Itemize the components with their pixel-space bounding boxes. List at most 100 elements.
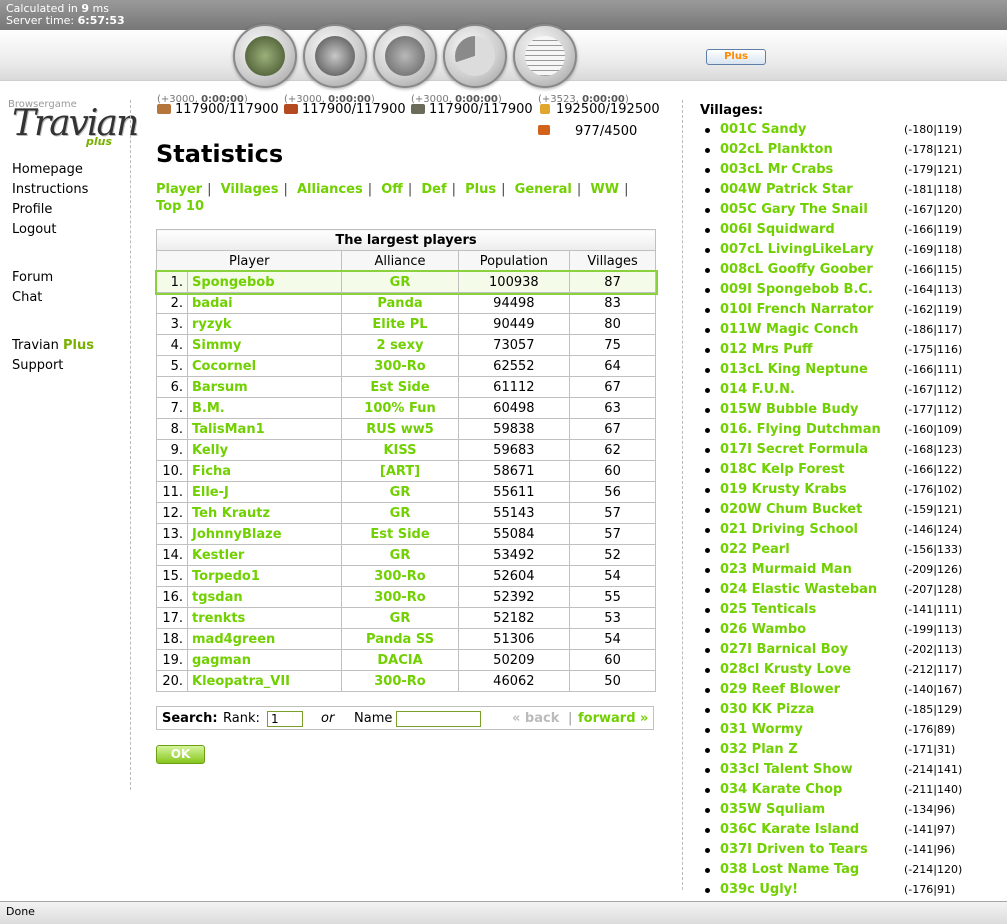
village-link[interactable]: 030 KK Pizza: [720, 700, 814, 720]
village-link[interactable]: 033cl Talent Show: [720, 760, 853, 780]
tab-def[interactable]: Def: [421, 182, 446, 197]
village-link[interactable]: 039c Ugly!: [720, 880, 798, 900]
alliance-link[interactable]: Panda: [377, 296, 422, 311]
village-link[interactable]: 012 Mrs Puff: [720, 340, 813, 360]
alliance-link[interactable]: 100% Fun: [364, 401, 435, 416]
village-link[interactable]: 038 Lost Name Tag: [720, 860, 859, 880]
tab-top10[interactable]: Top 10: [156, 199, 204, 214]
village-link[interactable]: 026 Wambo: [720, 620, 806, 640]
village-link[interactable]: 013cL King Neptune: [720, 360, 868, 380]
tab-plus[interactable]: Plus: [465, 182, 496, 197]
village-overview-icon[interactable]: [233, 24, 297, 88]
player-link[interactable]: badai: [192, 296, 233, 311]
alliance-link[interactable]: GR: [390, 611, 411, 626]
village-link[interactable]: 016. Flying Dutchman: [720, 420, 881, 440]
player-link[interactable]: Cocornel: [192, 359, 256, 374]
alliance-link[interactable]: 300-Ro: [374, 569, 425, 584]
village-link[interactable]: 023 Murmaid Man: [720, 560, 852, 580]
village-link[interactable]: 002cL Plankton: [720, 140, 833, 160]
village-link[interactable]: 036C Karate Island: [720, 820, 859, 840]
player-link[interactable]: Elle-J: [192, 485, 229, 500]
tab-ww[interactable]: WW: [590, 182, 619, 197]
alliance-link[interactable]: Elite PL: [372, 317, 427, 332]
village-link[interactable]: 008cL Gooffy Goober: [720, 260, 873, 280]
player-link[interactable]: ryzyk: [192, 317, 232, 332]
player-link[interactable]: B.M.: [192, 401, 225, 416]
village-link[interactable]: 020W Chum Bucket: [720, 500, 862, 520]
player-link[interactable]: Teh Krautz: [192, 506, 270, 521]
player-link[interactable]: Ficha: [192, 464, 231, 479]
player-link[interactable]: Barsum: [192, 380, 248, 395]
village-link[interactable]: 001C Sandy: [720, 120, 806, 140]
village-link[interactable]: 035W Squliam: [720, 800, 825, 820]
player-link[interactable]: JohnnyBlaze: [192, 527, 282, 542]
village-link[interactable]: 014 F.U.N.: [720, 380, 795, 400]
statistics-icon[interactable]: [443, 24, 507, 88]
reports-icon[interactable]: [513, 24, 577, 88]
menu-homepage[interactable]: Homepage: [12, 160, 88, 180]
alliance-link[interactable]: [ART]: [380, 464, 420, 479]
menu-forum[interactable]: Forum: [12, 268, 53, 288]
menu-travian-plus[interactable]: Travian Plus: [12, 336, 94, 356]
player-link[interactable]: gagman: [192, 653, 251, 668]
village-link[interactable]: 024 Elastic Wasteban: [720, 580, 877, 600]
alliance-link[interactable]: 300-Ro: [374, 674, 425, 689]
village-link[interactable]: 011W Magic Conch: [720, 320, 858, 340]
alliance-link[interactable]: RUS ww5: [366, 422, 434, 437]
village-link[interactable]: 025 Tenticals: [720, 600, 816, 620]
village-link[interactable]: 004W Patrick Star: [720, 180, 853, 200]
back-link[interactable]: « back: [512, 707, 559, 731]
alliance-link[interactable]: KISS: [383, 443, 416, 458]
menu-logout[interactable]: Logout: [12, 220, 88, 240]
player-link[interactable]: Simmy: [192, 338, 241, 353]
village-link[interactable]: 031 Wormy: [720, 720, 803, 740]
player-link[interactable]: Torpedo1: [192, 569, 260, 584]
alliance-link[interactable]: GR: [390, 275, 411, 290]
alliance-link[interactable]: 2 sexy: [377, 338, 424, 353]
village-link[interactable]: 015W Bubble Budy: [720, 400, 859, 420]
village-center-icon[interactable]: [303, 24, 367, 88]
alliance-link[interactable]: 300-Ro: [374, 590, 425, 605]
alliance-link[interactable]: 300-Ro: [374, 359, 425, 374]
village-link[interactable]: 018C Kelp Forest: [720, 460, 845, 480]
village-link[interactable]: 021 Driving School: [720, 520, 858, 540]
village-link[interactable]: 029 Reef Blower: [720, 680, 840, 700]
player-link[interactable]: Kelly: [192, 443, 228, 458]
village-link[interactable]: 028cl Krusty Love: [720, 660, 851, 680]
alliance-link[interactable]: Est Side: [370, 527, 429, 542]
forward-link[interactable]: forward »: [578, 707, 648, 731]
alliance-link[interactable]: Panda SS: [366, 632, 434, 647]
alliance-link[interactable]: DACIA: [377, 653, 422, 668]
menu-profile[interactable]: Profile: [12, 200, 88, 220]
tab-player[interactable]: Player: [156, 182, 202, 197]
tab-alliances[interactable]: Alliances: [297, 182, 363, 197]
village-link[interactable]: 037I Driven to Tears: [720, 840, 868, 860]
name-input[interactable]: [396, 711, 481, 727]
tab-general[interactable]: General: [515, 182, 572, 197]
menu-chat[interactable]: Chat: [12, 288, 53, 308]
village-link[interactable]: 022 Pearl: [720, 540, 790, 560]
village-link[interactable]: 005C Gary The Snail: [720, 200, 868, 220]
alliance-link[interactable]: GR: [390, 506, 411, 521]
alliance-link[interactable]: Est Side: [370, 380, 429, 395]
player-link[interactable]: TalisMan1: [192, 422, 265, 437]
player-link[interactable]: Kestler: [192, 548, 244, 563]
player-link[interactable]: trenkts: [192, 611, 245, 626]
travian-logo[interactable]: Browsergame Travian plus: [6, 99, 139, 151]
village-link[interactable]: 034 Karate Chop: [720, 780, 842, 800]
map-icon[interactable]: [373, 24, 437, 88]
village-link[interactable]: 010I French Narrator: [720, 300, 873, 320]
village-link[interactable]: 017I Secret Formula: [720, 440, 868, 460]
plus-button[interactable]: Plus: [706, 49, 766, 65]
village-link[interactable]: 003cL Mr Crabs: [720, 160, 833, 180]
rank-input[interactable]: 1: [267, 711, 303, 727]
alliance-link[interactable]: GR: [390, 485, 411, 500]
alliance-link[interactable]: GR: [390, 548, 411, 563]
player-link[interactable]: mad4green: [192, 632, 275, 647]
player-link[interactable]: Kleopatra_VII: [192, 674, 290, 689]
tab-off[interactable]: Off: [381, 182, 403, 197]
village-link[interactable]: 007cL LivingLikeLary: [720, 240, 874, 260]
ok-button[interactable]: OK: [156, 745, 205, 764]
player-link[interactable]: Spongebob: [192, 275, 275, 290]
tab-villages[interactable]: Villages: [221, 182, 279, 197]
